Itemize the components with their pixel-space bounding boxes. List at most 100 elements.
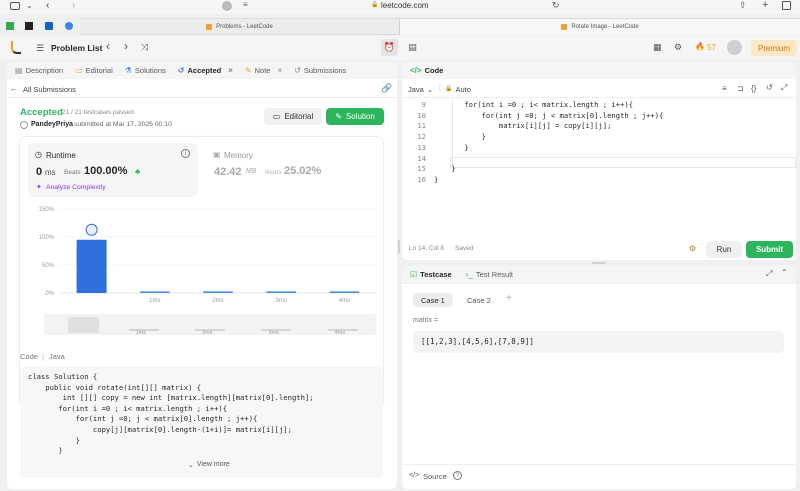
bookmark-blue-icon[interactable] <box>45 22 53 30</box>
info-icon[interactable]: i <box>181 149 190 158</box>
browser-tab-rotate-image[interactable]: Rotate Image - LeetCode <box>400 19 800 35</box>
bookmark-w-icon[interactable] <box>25 22 33 30</box>
layout-icon[interactable]: ▦ <box>653 42 662 53</box>
editor-line: 15 } <box>402 164 796 175</box>
debug-icon[interactable]: ⚙ <box>689 244 696 253</box>
tab-solutions[interactable]: ⚗ Solutions <box>125 66 166 75</box>
submitter-name[interactable]: PandeyPriya <box>31 121 73 128</box>
code-line: for(int i =0 ; i< matrix.length ; i++){ <box>28 403 228 413</box>
line-code: for(int i =0 ; i< matrix.length ; i++){ <box>434 100 634 109</box>
bookmark-chart-icon[interactable] <box>6 22 14 30</box>
tab-note[interactable]: ✎ Note × <box>245 66 282 75</box>
forward-icon[interactable]: › <box>72 0 75 11</box>
share-icon[interactable]: ⇪ <box>739 0 747 11</box>
tab-testcase[interactable]: ☑ Testcase <box>410 270 452 279</box>
run-button[interactable]: Run <box>706 241 742 258</box>
memory-box[interactable]: ▣ Memory 42.42 MB Beats 25.02% <box>206 143 376 197</box>
problem-list-link[interactable]: Problem List <box>51 43 102 53</box>
status-accepted: Accepted <box>20 107 63 118</box>
problem-list-icon[interactable]: ☰ <box>36 43 44 54</box>
chart-bar[interactable] <box>266 291 297 293</box>
user-avatar[interactable] <box>20 121 28 129</box>
runtime-distribution-chart[interactable]: 150% 100% 50% 0% 1ms 2ms 3ms 4ms <box>20 201 383 313</box>
code-tab[interactable]: </> Code <box>410 66 443 75</box>
next-problem-icon[interactable]: › <box>124 39 128 53</box>
line-number: 16 <box>417 174 426 184</box>
editor-line: 10 for(int j =0; j < matrix[0].length ; … <box>402 111 796 122</box>
editor-line: 16} <box>402 175 796 186</box>
reset-icon[interactable]: ↺ <box>766 83 773 92</box>
prev-problem-icon[interactable]: ‹ <box>106 39 110 53</box>
notes-icon[interactable]: ▤ <box>404 39 421 56</box>
case-2-tab[interactable]: Case 2 <box>459 293 499 307</box>
tab-overview-icon[interactable] <box>782 1 791 10</box>
add-case-icon[interactable]: + <box>506 293 512 304</box>
new-tab-icon[interactable]: + <box>762 0 768 11</box>
chart-bar[interactable] <box>203 291 233 293</box>
view-more-button[interactable]: ⌄ View more <box>188 461 230 469</box>
app-header: ☰ Problem List ‹ › ⤨ ⏰ ▤ ▦ ⚙ 🔥 57 Premiu… <box>0 36 800 60</box>
editor-line: 9 for(int i =0 ; i< matrix.length ; i++)… <box>402 100 796 111</box>
memory-unit: MB <box>246 168 257 175</box>
link-icon[interactable]: 🔗 <box>381 83 392 94</box>
reload-icon[interactable]: ↻ <box>552 0 560 11</box>
sidebar-toggle-icon[interactable] <box>10 2 20 10</box>
tab-editorial[interactable]: ▭ Editorial <box>75 66 113 75</box>
language-selector[interactable]: Java ⌄ <box>408 85 433 94</box>
close-tab-icon[interactable]: × <box>228 66 233 75</box>
streak-count[interactable]: 57 <box>707 43 716 52</box>
avatar[interactable] <box>727 40 742 55</box>
settings-gear-icon[interactable]: ⚙ <box>674 42 682 53</box>
analyze-complexity-link[interactable]: Analyze Complexity <box>46 184 106 191</box>
bookmark-globe-icon[interactable] <box>65 22 73 30</box>
chart-bar[interactable] <box>139 291 170 293</box>
matrix-input[interactable]: [[1,2,3],[4,5,6],[7,8,9]] <box>413 331 784 353</box>
history-icon: ↺ <box>294 65 301 75</box>
expand-icon[interactable]: ⤢ <box>781 83 787 93</box>
browser-tab-problems[interactable]: Problems - LeetCode <box>80 19 400 35</box>
range-selector[interactable]: 1ms 2ms 3ms 4ms <box>44 314 376 336</box>
user-position-avatar[interactable] <box>85 223 98 236</box>
line-number: 15 <box>417 164 426 174</box>
expand-icon[interactable]: ⤢ <box>766 269 772 279</box>
braces-icon[interactable]: {} <box>751 84 756 93</box>
tab-test-result[interactable]: ›_ Test Result <box>466 270 513 279</box>
case-1-tab[interactable]: Case 1 <box>413 293 453 307</box>
back-arrow-icon[interactable]: ← <box>10 84 18 93</box>
line-code: for(int j =0; j < matrix[0].length ; j++… <box>434 110 664 120</box>
editor-line: 12 } <box>402 132 796 143</box>
auto-mode-toggle[interactable]: 🔒 Auto <box>445 85 471 94</box>
back-icon[interactable]: ‹ <box>46 0 49 11</box>
site-icon[interactable] <box>222 1 232 11</box>
format-icon[interactable]: ≡ <box>722 84 727 93</box>
editorial-button[interactable]: ▭ Editorial <box>264 108 322 125</box>
range-handle[interactable] <box>68 317 99 333</box>
tab-accepted[interactable]: ↺ Accepted × <box>178 66 233 75</box>
all-submissions-link[interactable]: All Submissions <box>23 85 76 94</box>
chart-bar[interactable] <box>76 239 107 293</box>
bookmark-icon[interactable]: ⊐ <box>737 84 744 93</box>
chart-bar[interactable] <box>329 291 360 293</box>
premium-button[interactable]: Premium <box>751 40 797 56</box>
source-code-icon[interactable]: </> <box>409 472 419 479</box>
solution-button[interactable]: ✎ Solution <box>326 108 384 125</box>
address-bar[interactable]: leetcode.com <box>381 1 429 10</box>
chevron-down-icon[interactable]: ⌄ <box>26 1 33 10</box>
submit-button[interactable]: Submit <box>746 241 793 258</box>
panel-resize-handle[interactable] <box>592 262 606 264</box>
tab-submissions[interactable]: ↺ Submissions <box>294 66 346 75</box>
leetcode-logo-icon[interactable] <box>11 41 21 54</box>
close-tab-icon[interactable]: × <box>277 66 282 75</box>
submitted-code-block[interactable]: class Solution { public void rotate(int[… <box>20 366 383 478</box>
alarm-icon[interactable]: ⏰ <box>381 39 398 56</box>
source-link[interactable]: Source <box>423 472 447 481</box>
shuffle-icon[interactable]: ⤨ <box>141 42 148 53</box>
help-icon[interactable]: ? <box>453 471 462 480</box>
reader-icon[interactable]: ≡ <box>243 0 248 9</box>
chevron-down-icon: ⌄ <box>426 85 434 94</box>
tab-description[interactable]: ▤ Description <box>15 66 63 75</box>
runtime-box[interactable]: ◷ Runtime i 0 ms Beats 100.00% ♣ ✦ Analy… <box>28 143 198 197</box>
vertical-resize-handle[interactable] <box>398 240 400 254</box>
divider <box>7 97 397 98</box>
collapse-icon[interactable]: ⌃ <box>781 268 788 277</box>
